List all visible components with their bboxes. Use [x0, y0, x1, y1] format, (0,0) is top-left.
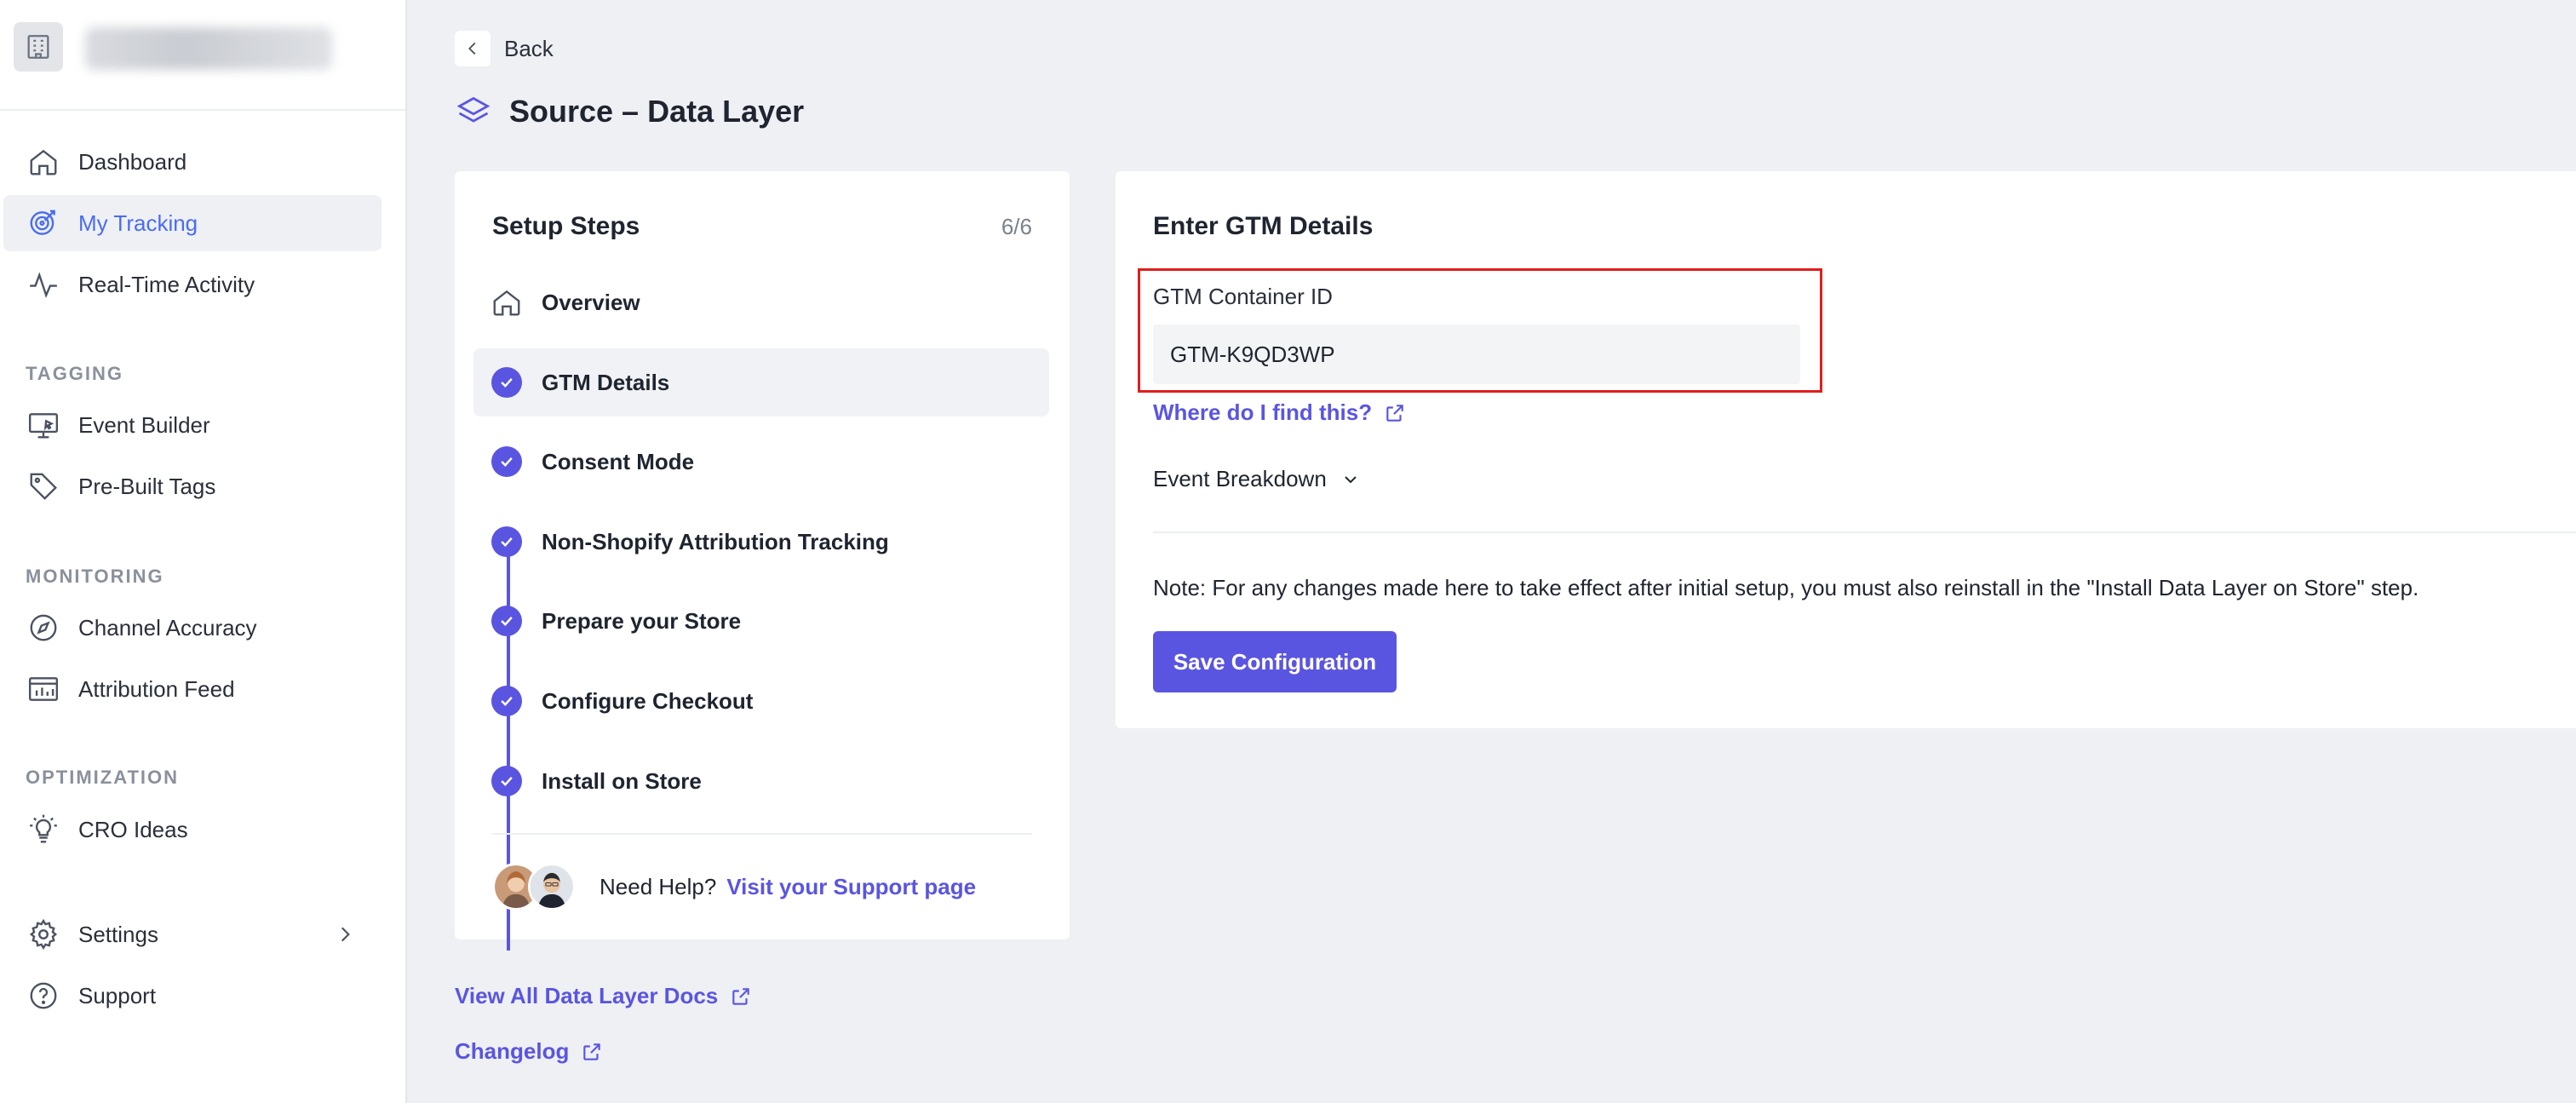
bulb-icon — [24, 810, 63, 849]
activity-icon — [24, 265, 63, 304]
section-tagging: TAGGING — [26, 363, 124, 384]
help-row: Need Help? Visit your Support page — [492, 857, 976, 916]
sidebar-item-label: Event Builder — [78, 411, 210, 438]
check-icon — [491, 686, 522, 716]
chart-feed-icon — [24, 669, 63, 709]
data-layer-docs-link[interactable]: View All Data Layer Docs — [455, 983, 752, 1009]
store-name-blurred — [85, 27, 332, 70]
target-icon — [24, 204, 63, 243]
sidebar-item-cro-ideas[interactable]: CRO Ideas — [3, 801, 382, 858]
chevron-right-icon — [334, 923, 356, 945]
changelog-link-label: Changelog — [455, 1038, 570, 1064]
step-install-on-store[interactable]: Install on Store — [473, 747, 1049, 815]
check-icon — [491, 446, 522, 477]
step-label: Install on Store — [542, 767, 702, 794]
changelog-link[interactable]: Changelog — [455, 1038, 603, 1065]
external-link-icon — [1386, 404, 1403, 422]
setup-steps-card: Setup Steps 6/6 Overview GTM Details Con… — [455, 171, 1070, 951]
monitor-icon — [24, 405, 63, 445]
sidebar-item-label: CRO Ideas — [78, 816, 188, 842]
home-icon — [491, 286, 523, 319]
step-label: Configure Checkout — [542, 687, 754, 714]
sidebar-item-my-tracking[interactable]: My Tracking — [3, 195, 382, 251]
sidebar-item-attribution-feed[interactable]: Attribution Feed — [3, 661, 382, 717]
avatar — [528, 863, 576, 911]
layers-icon — [455, 94, 492, 131]
gtm-details-card: Enter GTM Details GTM Container ID Where… — [1116, 171, 2576, 728]
event-breakdown-toggle[interactable]: Event Breakdown — [1153, 466, 1361, 492]
step-label: Non-Shopify Attribution Tracking — [542, 528, 889, 554]
step-consent-mode[interactable]: Consent Mode — [473, 428, 1049, 496]
home-icon — [24, 142, 63, 181]
details-title: Enter GTM Details — [1153, 212, 1374, 240]
sidebar-item-label: Settings — [78, 921, 158, 947]
sidebar-item-label: Channel Accuracy — [78, 614, 257, 641]
sidebar-item-dashboard[interactable]: Dashboard — [3, 134, 382, 190]
steps-count: 6/6 — [1001, 214, 1032, 239]
back-button[interactable] — [455, 31, 491, 66]
check-icon — [491, 766, 522, 796]
support-page-link[interactable]: Visit your Support page — [726, 874, 976, 900]
step-overview[interactable]: Overview — [473, 268, 1049, 336]
step-label: Prepare your Store — [542, 607, 742, 634]
help-icon — [24, 976, 63, 1015]
page-title: Source – Data Layer — [509, 94, 805, 129]
docs-link-label: View All Data Layer Docs — [455, 983, 719, 1008]
where-find-link[interactable]: Where do I find this? — [1153, 399, 1406, 426]
sidebar-item-label: Support — [78, 982, 157, 1008]
sidebar-item-pre-built-tags[interactable]: Pre-Built Tags — [3, 458, 382, 514]
section-monitoring: MONITORING — [26, 566, 164, 587]
event-breakdown-label: Event Breakdown — [1153, 466, 1327, 491]
sidebar-item-channel-accuracy[interactable]: Channel Accuracy — [3, 600, 382, 656]
sidebar-item-real-time-activity[interactable]: Real-Time Activity — [3, 256, 382, 313]
gtm-container-id-input[interactable] — [1153, 325, 1800, 384]
save-configuration-button[interactable]: Save Configuration — [1153, 631, 1397, 692]
step-prepare-store[interactable]: Prepare your Store — [473, 587, 1049, 655]
sidebar: Dashboard My Tracking Real-Time Activity… — [0, 0, 407, 1103]
sidebar-item-settings[interactable]: Settings — [3, 906, 382, 962]
external-link-icon — [732, 987, 749, 1005]
reinstall-note: Note: For any changes made here to take … — [1153, 575, 2419, 600]
step-non-shopify-attribution[interactable]: Non-Shopify Attribution Tracking — [473, 508, 1049, 576]
sidebar-item-label: Real-Time Activity — [78, 271, 255, 297]
chevron-down-icon — [1345, 475, 1357, 483]
tag-icon — [24, 467, 63, 506]
help-label: Need Help? — [600, 873, 717, 899]
sidebar-item-event-builder[interactable]: Event Builder — [3, 397, 382, 453]
details-divider — [1153, 531, 2576, 533]
check-icon — [491, 526, 522, 557]
gtm-container-label: GTM Container ID — [1153, 284, 1333, 309]
sidebar-item-support[interactable]: Support — [3, 968, 382, 1024]
chevron-left-icon — [468, 42, 476, 55]
steps-title: Setup Steps — [492, 212, 640, 240]
step-label: GTM Details — [542, 369, 670, 395]
brand-header — [0, 0, 405, 111]
building-icon[interactable] — [14, 22, 63, 72]
external-link-icon — [583, 1043, 601, 1060]
step-label: Consent Mode — [542, 448, 695, 474]
check-icon — [491, 606, 522, 636]
step-configure-checkout[interactable]: Configure Checkout — [473, 667, 1049, 735]
sidebar-item-label: Pre-Built Tags — [78, 473, 216, 499]
back-label[interactable]: Back — [504, 36, 554, 62]
sidebar-item-label: Attribution Feed — [78, 675, 235, 702]
section-optimization: OPTIMIZATION — [26, 767, 180, 788]
sidebar-item-label: My Tracking — [78, 210, 198, 236]
step-gtm-details[interactable]: GTM Details — [473, 348, 1049, 416]
steps-divider — [492, 833, 1032, 835]
step-label: Overview — [542, 289, 640, 315]
sidebar-item-label: Dashboard — [78, 148, 187, 175]
where-find-label: Where do I find this? — [1153, 399, 1373, 425]
gear-icon — [24, 915, 63, 954]
compass-icon — [24, 608, 63, 647]
check-icon — [491, 367, 522, 398]
